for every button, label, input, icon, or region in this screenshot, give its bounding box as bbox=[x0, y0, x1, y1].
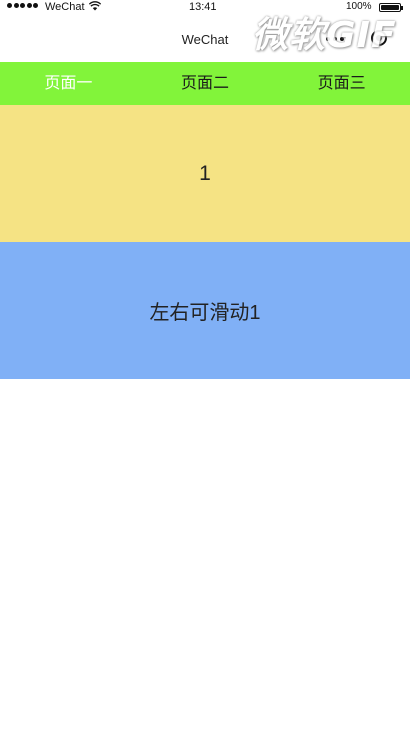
horizontal-scroll-area[interactable]: 左右可滑动1 bbox=[0, 242, 410, 379]
phone-screen: WeChat 13:41 100% WeChat 微软GIF 页面一 页面二 页… bbox=[0, 0, 410, 733]
watermark-logo: 微软GIF bbox=[252, 15, 397, 56]
wifi-icon bbox=[89, 1, 101, 11]
scroll-hint-text: 左右可滑动1 bbox=[149, 302, 261, 324]
swiper-slide[interactable]: 1 bbox=[0, 105, 410, 242]
slide-number: 1 bbox=[199, 161, 211, 185]
tab-page-2[interactable]: 页面二 bbox=[137, 62, 274, 105]
tab-page-1[interactable]: 页面一 bbox=[0, 62, 137, 105]
status-time: 13:41 bbox=[189, 1, 217, 13]
signal-strength-icon bbox=[7, 3, 38, 8]
carrier-name: WeChat bbox=[45, 1, 85, 13]
tab-bar: 页面一 页面二 页面三 bbox=[0, 62, 410, 105]
tab-page-3[interactable]: 页面三 bbox=[273, 62, 410, 105]
